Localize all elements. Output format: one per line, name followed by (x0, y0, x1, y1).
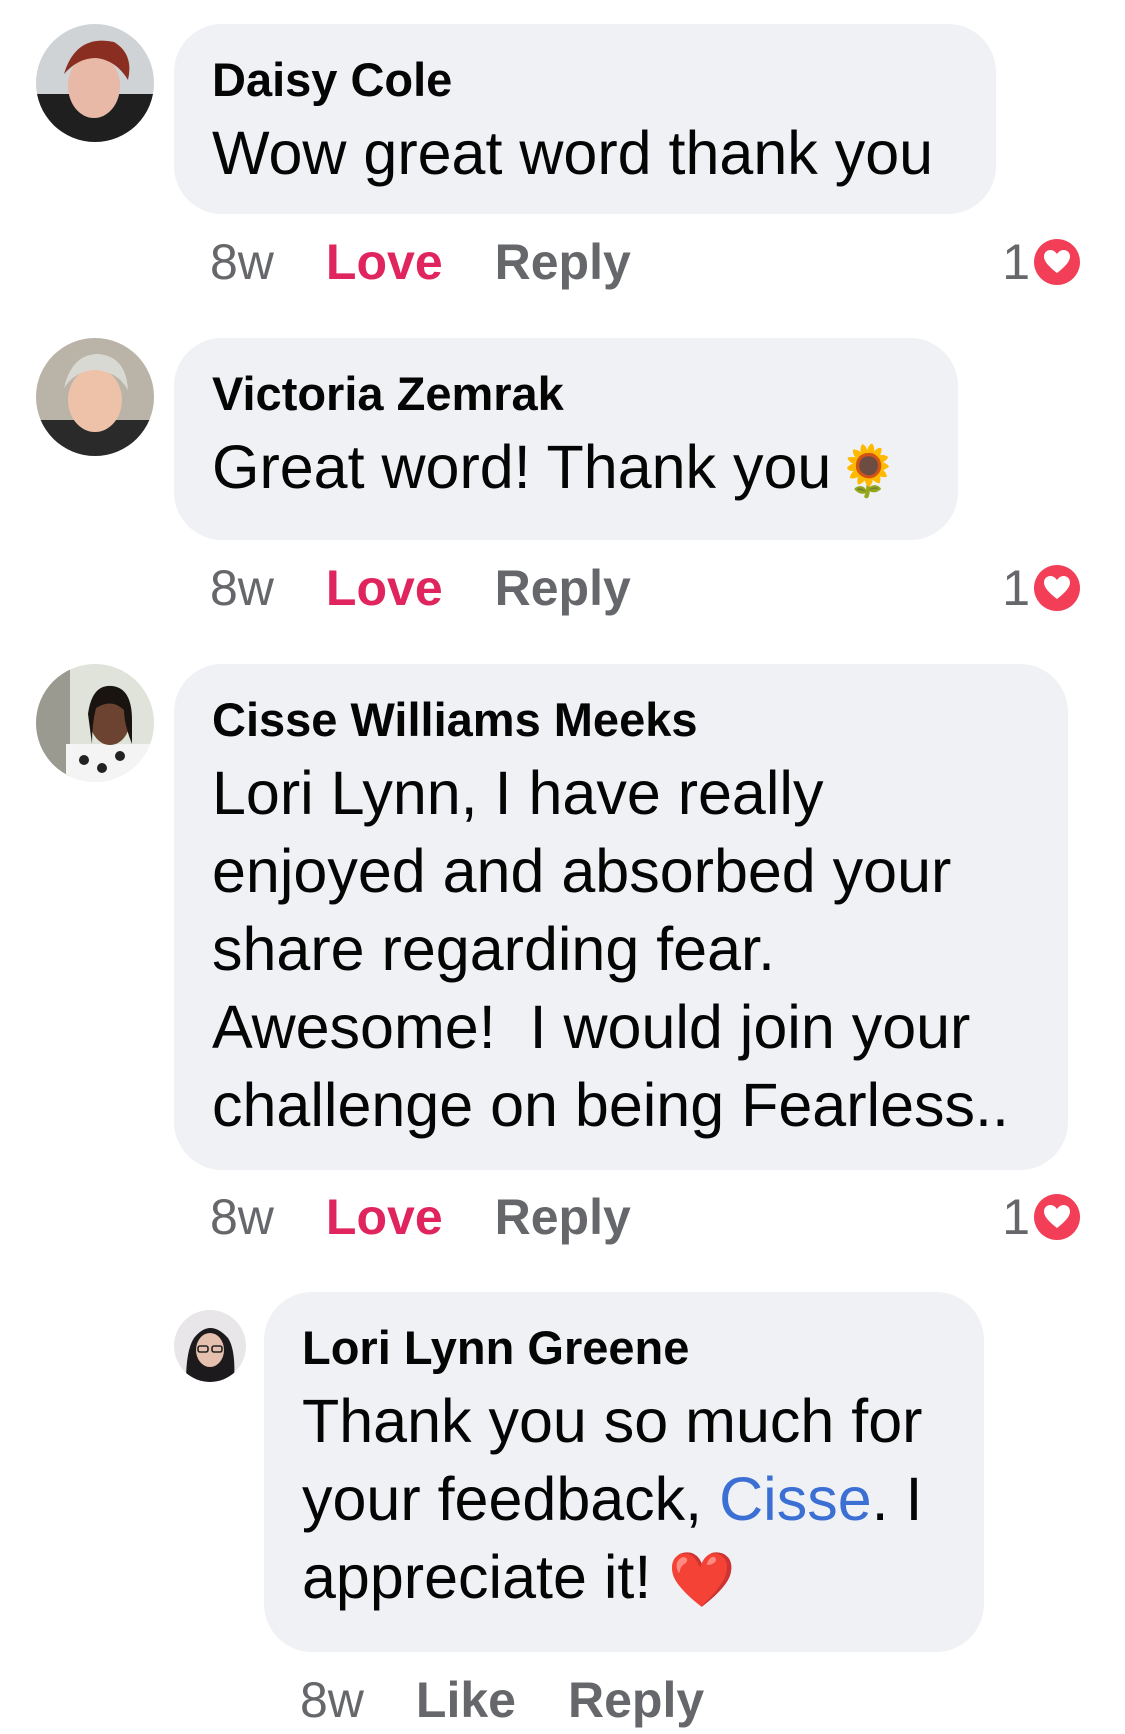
reply-author[interactable]: Lori Lynn Greene (302, 1322, 946, 1374)
comment-text-line: Lori Lynn, I have really (212, 759, 824, 827)
comment-text-line: enjoyed and absorbed your (212, 837, 952, 905)
heart-icon (1034, 239, 1080, 285)
love-button[interactable]: Love (326, 233, 443, 291)
comment-timestamp[interactable]: 8w (210, 559, 274, 617)
reply-text-line: Thank you so much for (302, 1387, 923, 1455)
reply-button[interactable]: Reply (568, 1671, 704, 1729)
reply-button[interactable]: Reply (495, 233, 631, 291)
reaction-summary[interactable]: 1 (1002, 558, 1080, 618)
comment-timestamp[interactable]: 8w (210, 233, 274, 291)
reply-button[interactable]: Reply (495, 559, 631, 617)
comment-bubble: Daisy Cole Wow great word thank you (174, 24, 996, 214)
comment-text-line: Awesome! I would join your (212, 993, 971, 1061)
reply-text-segment: appreciate it! (302, 1543, 669, 1611)
comment-bubble: Victoria Zemrak Great word! Thank you 🌻 (174, 338, 958, 540)
comment-text: Wow great word thank you (212, 119, 934, 187)
comment-actions: 8w Love Reply (210, 1187, 631, 1247)
comment-author[interactable]: Victoria Zemrak (212, 368, 920, 420)
avatar-victoria-zemrak[interactable] (36, 338, 154, 456)
reply-text-segment: your feedback, (302, 1465, 720, 1533)
comment-text-line: share regarding fear. (212, 915, 775, 983)
avatar-cisse-williams-meeks[interactable] (36, 664, 154, 782)
mention-link-cisse[interactable]: Cisse (719, 1465, 872, 1533)
reply-bubble: Lori Lynn Greene Thank you so much for y… (264, 1292, 984, 1652)
love-button[interactable]: Love (326, 1188, 443, 1246)
comment-actions: 8w Love Reply (210, 558, 631, 618)
comment-text-content: Great word! Thank you (212, 433, 832, 501)
reaction-count: 1 (1002, 234, 1030, 290)
heart-icon (1034, 1194, 1080, 1240)
reply-button[interactable]: Reply (495, 1188, 631, 1246)
comment-author[interactable]: Cisse Williams Meeks (212, 694, 1030, 746)
comment-text: Lori Lynn, I have really enjoyed and abs… (212, 754, 1030, 1144)
reply-text-line: appreciate it! ❤️ (302, 1538, 946, 1619)
avatar-daisy-cole[interactable] (36, 24, 154, 142)
reply-actions: 8w Like Reply (300, 1670, 704, 1730)
comment-text-line: challenge on being Fearless.. (212, 1071, 1009, 1139)
comment-text: Great word! Thank you 🌻 (212, 428, 920, 510)
reply-text-line: your feedback, Cisse. I (302, 1460, 946, 1538)
reaction-summary[interactable]: 1 (1002, 232, 1080, 292)
reply-text-segment: . I (871, 1465, 923, 1533)
reaction-count: 1 (1002, 1189, 1030, 1245)
red-heart-icon: ❤️ (668, 1550, 736, 1610)
comment-timestamp[interactable]: 8w (210, 1188, 274, 1246)
reaction-count: 1 (1002, 560, 1030, 616)
sunflower-icon: 🌻 (837, 443, 900, 499)
heart-icon (1034, 565, 1080, 611)
comment-author[interactable]: Daisy Cole (212, 54, 958, 106)
avatar-lori-lynn-greene[interactable] (174, 1310, 246, 1382)
comment-bubble: Cisse Williams Meeks Lori Lynn, I have r… (174, 664, 1068, 1170)
reply-text: Thank you so much for your feedback, Cis… (302, 1382, 946, 1619)
reply-timestamp[interactable]: 8w (300, 1671, 364, 1729)
love-button[interactable]: Love (326, 559, 443, 617)
like-button[interactable]: Like (416, 1671, 516, 1729)
reaction-summary[interactable]: 1 (1002, 1187, 1080, 1247)
comment-actions: 8w Love Reply (210, 232, 631, 292)
